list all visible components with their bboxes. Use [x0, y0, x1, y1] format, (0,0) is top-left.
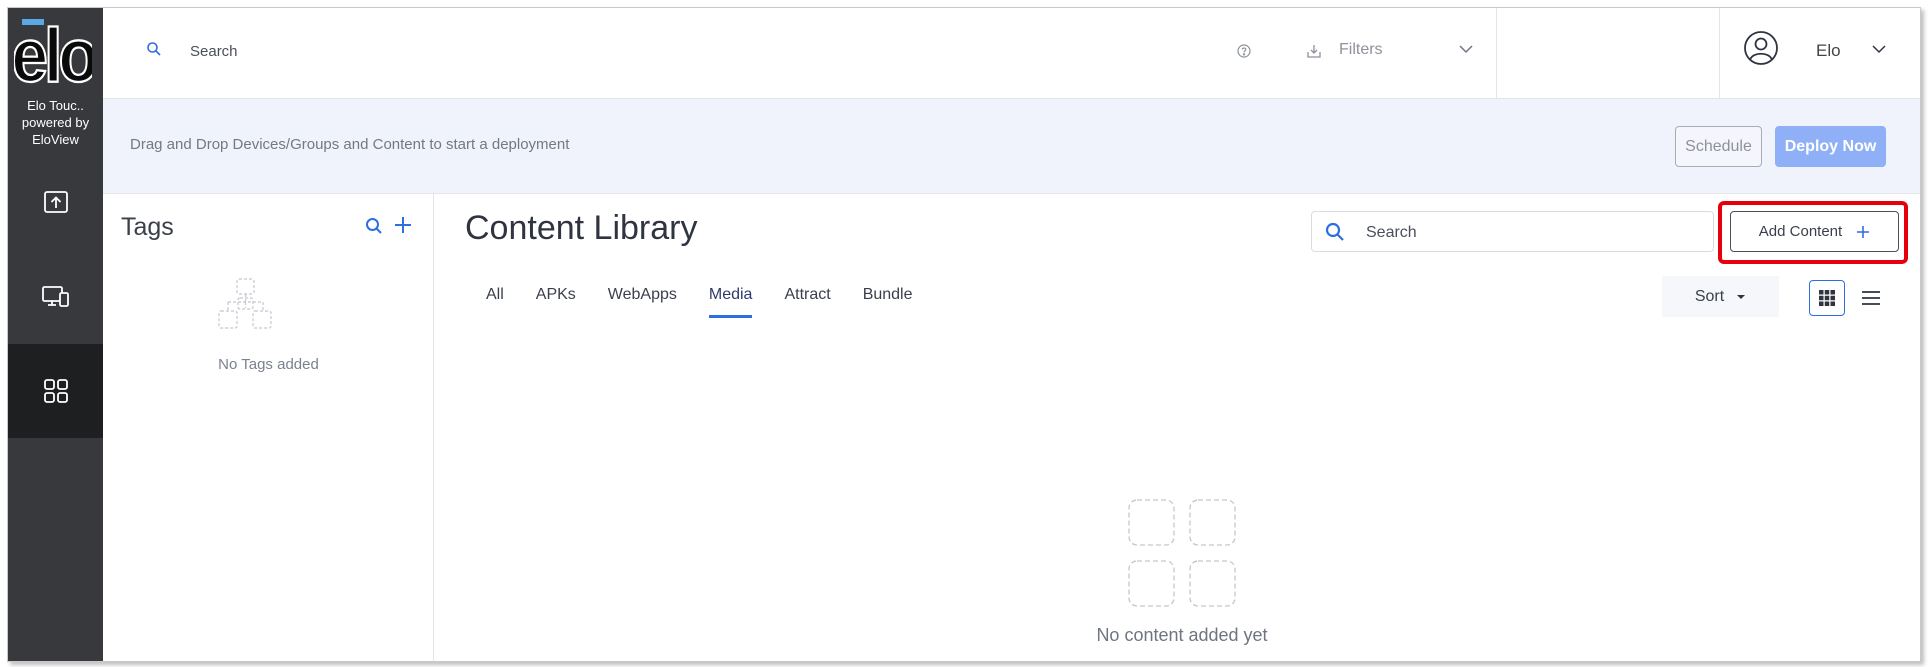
divider [1719, 8, 1720, 99]
brand-text: Elo Touc.. powered by EloView [8, 97, 103, 148]
empty-content-icon [1128, 499, 1236, 607]
tab-bundle[interactable]: Bundle [863, 286, 913, 318]
app-window: elo Elo Touc.. powered by EloView Search… [7, 7, 1921, 662]
grid-apps-icon [43, 379, 68, 403]
sidebar-item-devices[interactable] [8, 250, 103, 344]
banner-message: Drag and Drop Devices/Groups and Content… [130, 136, 570, 153]
add-content-button[interactable]: Add Content [1730, 211, 1899, 252]
search-icon[interactable] [365, 217, 383, 235]
logo-text: elo [14, 16, 92, 96]
top-bar: Search Filters Elo [103, 8, 1920, 99]
brand-line-2: powered by [21, 115, 90, 130]
sidebar-item-content[interactable] [8, 344, 103, 438]
user-avatar-icon[interactable] [1743, 30, 1779, 66]
devices-icon [41, 286, 69, 307]
tags-empty-text: No Tags added [218, 356, 319, 373]
add-content-label: Add Content [1758, 223, 1843, 240]
global-search-input[interactable]: Search [190, 43, 238, 60]
sort-label: Sort [1694, 287, 1725, 305]
sidebar: elo Elo Touc.. powered by EloView [8, 8, 103, 661]
add-tag-icon[interactable] [393, 215, 413, 235]
tab-media[interactable]: Media [708, 286, 753, 318]
content-library-panel: Content Library Search Add Content All A… [434, 194, 1920, 661]
tags-empty-icon [218, 278, 272, 329]
user-name[interactable]: Elo [1816, 41, 1841, 61]
tab-attract[interactable]: Attract [784, 286, 830, 318]
content-search-input[interactable]: Search [1366, 224, 1417, 242]
grid-view-icon [1819, 290, 1835, 306]
empty-content-text: No content added yet [1096, 625, 1268, 645]
schedule-button[interactable]: Schedule [1675, 126, 1762, 167]
search-icon[interactable] [146, 41, 162, 57]
tags-title: Tags [121, 213, 174, 241]
chevron-down-icon[interactable] [1458, 44, 1474, 54]
sidebar-item-deploy[interactable] [8, 156, 103, 250]
list-view-button[interactable] [1855, 282, 1887, 314]
deployment-banner: Drag and Drop Devices/Groups and Content… [103, 99, 1920, 194]
tab-apks[interactable]: APKs [536, 286, 576, 318]
search-icon [1325, 222, 1344, 241]
brand-line-3: EloView [32, 132, 79, 147]
brand-line-1: Elo Touc.. [27, 98, 84, 113]
download-filter-icon[interactable] [1306, 43, 1322, 59]
page-title: Content Library [465, 209, 698, 247]
content-search-box[interactable]: Search [1311, 211, 1714, 252]
sort-dropdown[interactable]: Sort [1662, 276, 1779, 317]
tab-all[interactable]: All [486, 286, 504, 318]
filters-dropdown[interactable]: Filters [1339, 41, 1383, 59]
help-icon[interactable] [1237, 44, 1251, 58]
elo-logo[interactable]: elo [10, 13, 101, 99]
tab-webapps[interactable]: WebApps [608, 286, 677, 318]
plus-icon [1857, 225, 1870, 238]
list-view-icon [1862, 291, 1880, 305]
deploy-now-button[interactable]: Deploy Now [1775, 126, 1886, 167]
tags-panel: Tags No Tags added [103, 194, 434, 661]
upload-icon [43, 191, 68, 213]
grid-view-button[interactable] [1809, 280, 1845, 316]
divider [1496, 8, 1497, 99]
caret-down-icon [1737, 294, 1746, 299]
chevron-down-icon[interactable] [1871, 44, 1887, 54]
content-tabs: All APKs WebApps Media Attract Bundle [486, 286, 945, 318]
